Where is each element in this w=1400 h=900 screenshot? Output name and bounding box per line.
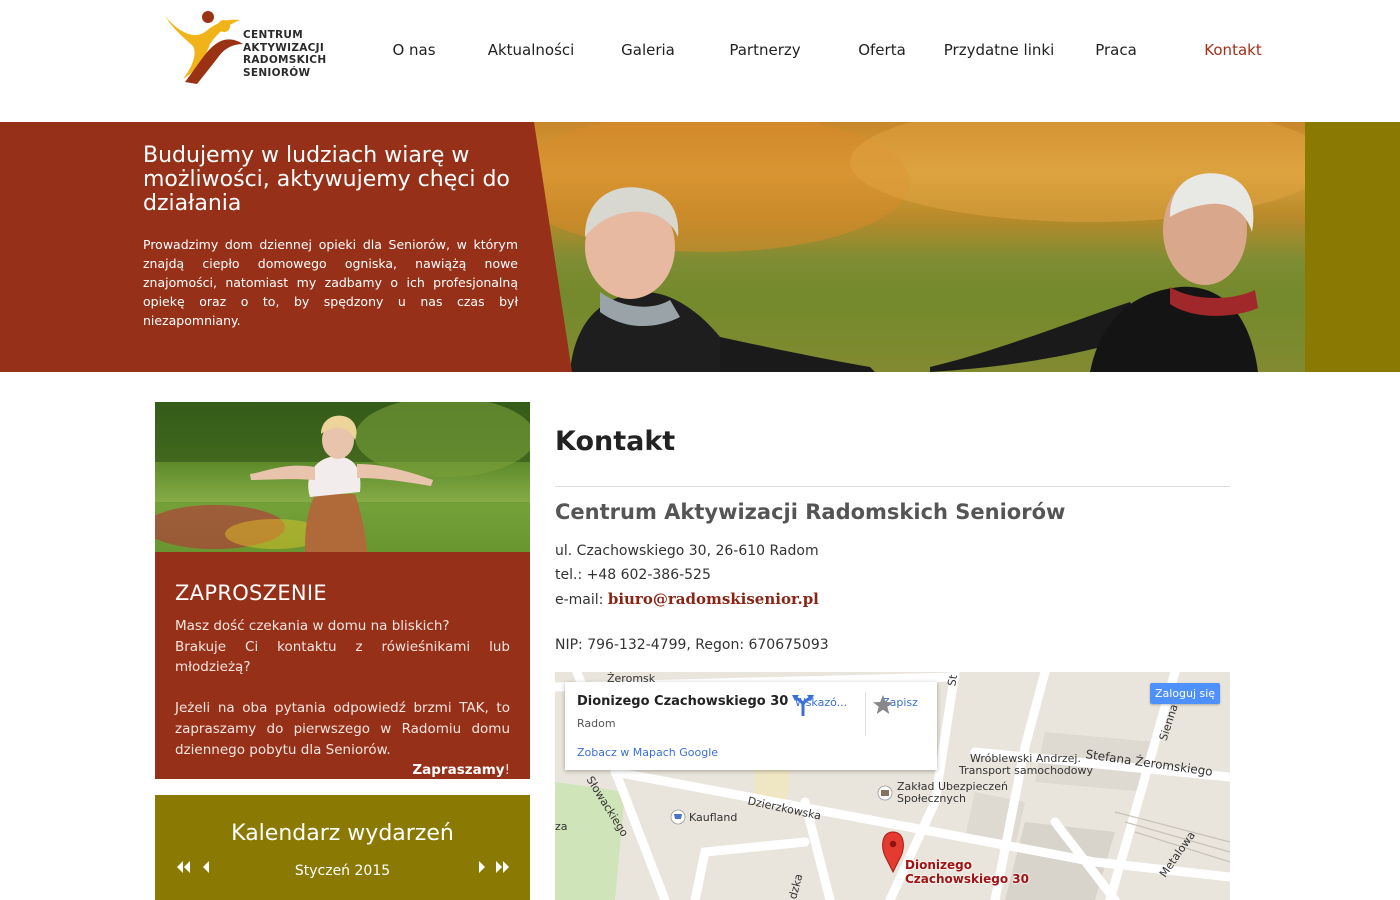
view-in-google-maps-link[interactable]: Zobacz w Mapach Google (577, 746, 718, 759)
promo-photo (155, 402, 530, 552)
contact-phone: tel.: +48 602-386-525 (555, 567, 711, 583)
card-separator (865, 692, 866, 736)
hero-title: Budujemy w ludziach wiarę w możliwości, … (143, 143, 510, 216)
logo-line-2: AKTYWIZACJI (243, 41, 325, 54)
hero-description: Prowadzimy dom dziennej opieki dla Senio… (143, 237, 518, 328)
map-pin-label-line-2: Czachowskiego 30 (905, 872, 1029, 886)
nav-item-przydatne-linki[interactable]: Przydatne linki (944, 41, 1055, 59)
site-logo[interactable]: CENTRUM AKTYWIZACJI RADOMSKICH SENIORÓW (155, 4, 345, 86)
map-pin-label-line-1: Dionizego (905, 858, 972, 872)
nav-item-o-nas[interactable]: O nas (392, 41, 435, 59)
nav-item-praca[interactable]: Praca (1095, 41, 1137, 59)
nav-item-kontakt[interactable]: Kontakt (1204, 41, 1261, 59)
logo-line-3: RADOMSKICH (243, 54, 327, 66)
calendar-next-year-button[interactable] (493, 859, 511, 875)
map-label-za: za (555, 820, 568, 833)
map-label-kaufland: Kaufland (689, 811, 738, 824)
map-login-button[interactable]: Zaloguj się (1150, 683, 1220, 704)
contact-address: ul. Czachowskiego 30, 26-610 Radom (555, 543, 819, 559)
map-card-city: Radom (577, 717, 616, 730)
nav-item-partnerzy[interactable]: Partnerzy (729, 41, 800, 59)
nav-item-aktualnosci[interactable]: Aktualności (488, 41, 575, 59)
chevron-right-icon (479, 861, 485, 873)
contact-ids: NIP: 796-132-4799, Regon: 670675093 (555, 637, 829, 653)
hero-seniors-image (530, 122, 1305, 372)
directions-button[interactable]: Wskazó... (791, 692, 851, 742)
organization-name: Centrum Aktywizacji Radomskich Seniorów (555, 500, 1066, 524)
map-card-title: Dionizego Czachowskiego 30 (577, 694, 789, 709)
logo-figures-icon (165, 11, 243, 84)
invitation-text: Masz dość czekania w domu na bliskich? B… (175, 616, 510, 781)
calendar-title: Kalendarz wydarzeń (231, 821, 454, 846)
map-label-st: St (945, 673, 961, 688)
invitation-cta-suffix: ! (504, 762, 510, 779)
logo-line-1: CENTRUM (243, 29, 303, 41)
calendar-next-month-button[interactable] (473, 859, 491, 875)
page-title: Kontakt (555, 426, 676, 457)
directions-icon (792, 695, 814, 716)
site-header: CENTRUM AKTYWIZACJI RADOMSKICH SENIORÓW … (0, 0, 1400, 122)
invitation-box: ZAPROSZENIE Masz dość czekania w domu na… (155, 552, 530, 779)
map-label-wroblewski-2: Transport samochodowy (959, 764, 1093, 777)
logo-line-4: SENIORÓW (243, 66, 311, 79)
logo-text: CENTRUM AKTYWIZACJI RADOMSKICH SENIORÓW (243, 29, 326, 79)
nav-item-galeria[interactable]: Galeria (621, 41, 675, 59)
invitation-title: ZAPROSZENIE (175, 581, 327, 605)
contact-email-label: e-mail: (555, 592, 608, 608)
save-place-button[interactable]: Zapisz (872, 692, 928, 742)
hero-photo (530, 122, 1305, 372)
map-pin-label: Dionizego Czachowskiego 30 (905, 858, 1029, 886)
title-divider (555, 486, 1230, 487)
nav-item-oferta[interactable]: Oferta (858, 41, 906, 59)
map-label-zaklad-2: Społecznych (897, 792, 966, 805)
invitation-question-2: Brakuje Ci kontaktu z rówieśnikami lub m… (175, 638, 510, 676)
map-info-card: Dionizego Czachowskiego 30 Radom Zobacz … (565, 682, 937, 770)
events-calendar: Kalendarz wydarzeń Styczeń 2015 (155, 795, 530, 900)
senior-woman-image (155, 402, 530, 552)
star-icon (873, 695, 893, 714)
google-map[interactable]: Żeromsk St Wróblewski Andrzej. Transport… (555, 672, 1230, 900)
invitation-cta-strong[interactable]: Zapraszamy (412, 762, 504, 778)
contact-email-line: e-mail: biuro@radomskisenior.pl (555, 590, 819, 608)
invitation-question-1: Masz dość czekania w domu na bliskich? (175, 618, 450, 634)
contact-email-link[interactable]: biuro@radomskisenior.pl (608, 590, 819, 608)
invitation-body: Jeżeli na oba pytania odpowiedź brzmi TA… (175, 700, 510, 758)
hero-banner: Budujemy w ludziach wiarę w możliwości, … (0, 122, 1400, 372)
invitation-cta: Zapraszamy! (175, 760, 510, 781)
double-chevron-right-icon (496, 861, 509, 873)
